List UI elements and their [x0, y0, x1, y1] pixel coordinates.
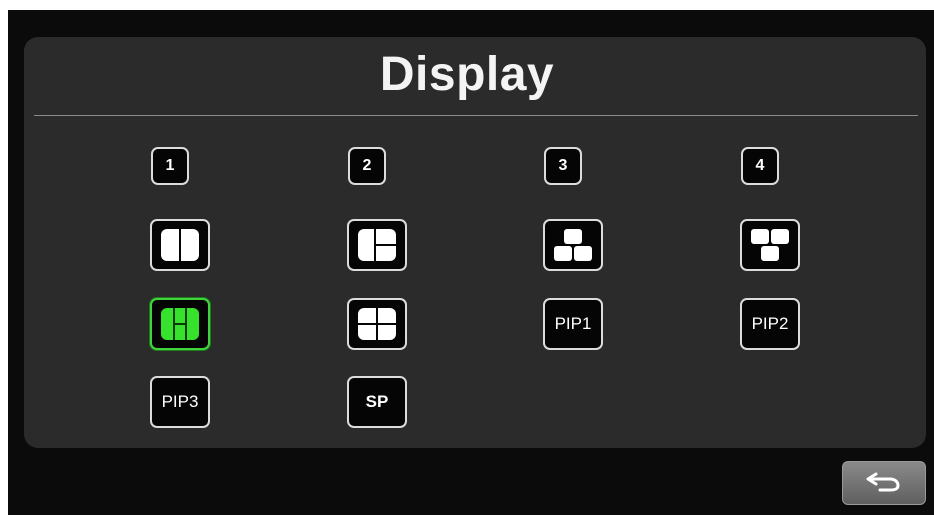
split-3-left-big-icon — [356, 227, 398, 263]
quad-split-button[interactable] — [347, 298, 407, 350]
sp-button[interactable]: SP — [347, 376, 407, 428]
pip2-button[interactable]: PIP2 — [740, 298, 800, 350]
channel-2-label: 2 — [362, 157, 372, 174]
channel-3-button[interactable]: 3 — [544, 147, 582, 185]
page-title: Display — [379, 48, 555, 101]
channel-1-button[interactable]: 1 — [151, 147, 189, 185]
return-arrow-icon — [864, 470, 904, 497]
channel-3-label: 3 — [558, 157, 568, 174]
pip2-label: PIP2 — [751, 314, 789, 333]
pip3-label: PIP3 — [161, 392, 199, 411]
split-3-left-big-button[interactable] — [347, 219, 407, 271]
pip1-button[interactable]: PIP1 — [543, 298, 603, 350]
channel-1-label: 1 — [165, 157, 175, 174]
split-3-top-two-bottom-one-icon — [749, 227, 791, 263]
split-3-top-two-bottom-one-button[interactable] — [740, 219, 800, 271]
split-3-top-one-bottom-two-button[interactable] — [543, 219, 603, 271]
channel-4-label: 4 — [755, 157, 765, 174]
channel-2-button[interactable]: 2 — [348, 147, 386, 185]
pip1-label: PIP1 — [554, 314, 592, 333]
quad-split-icon — [356, 306, 398, 342]
channel-4-button[interactable]: 4 — [741, 147, 779, 185]
split-2-vertical-button[interactable] — [150, 219, 210, 271]
split-3-column-icon — [159, 306, 201, 342]
pip3-button[interactable]: PIP3 — [150, 376, 210, 428]
split-3-top-one-bottom-two-icon — [552, 227, 594, 263]
sp-label: SP — [365, 392, 389, 411]
title-divider — [34, 115, 918, 116]
back-button[interactable] — [842, 461, 926, 505]
split-2-vertical-icon — [159, 227, 201, 263]
split-3-column-button[interactable] — [150, 298, 210, 350]
